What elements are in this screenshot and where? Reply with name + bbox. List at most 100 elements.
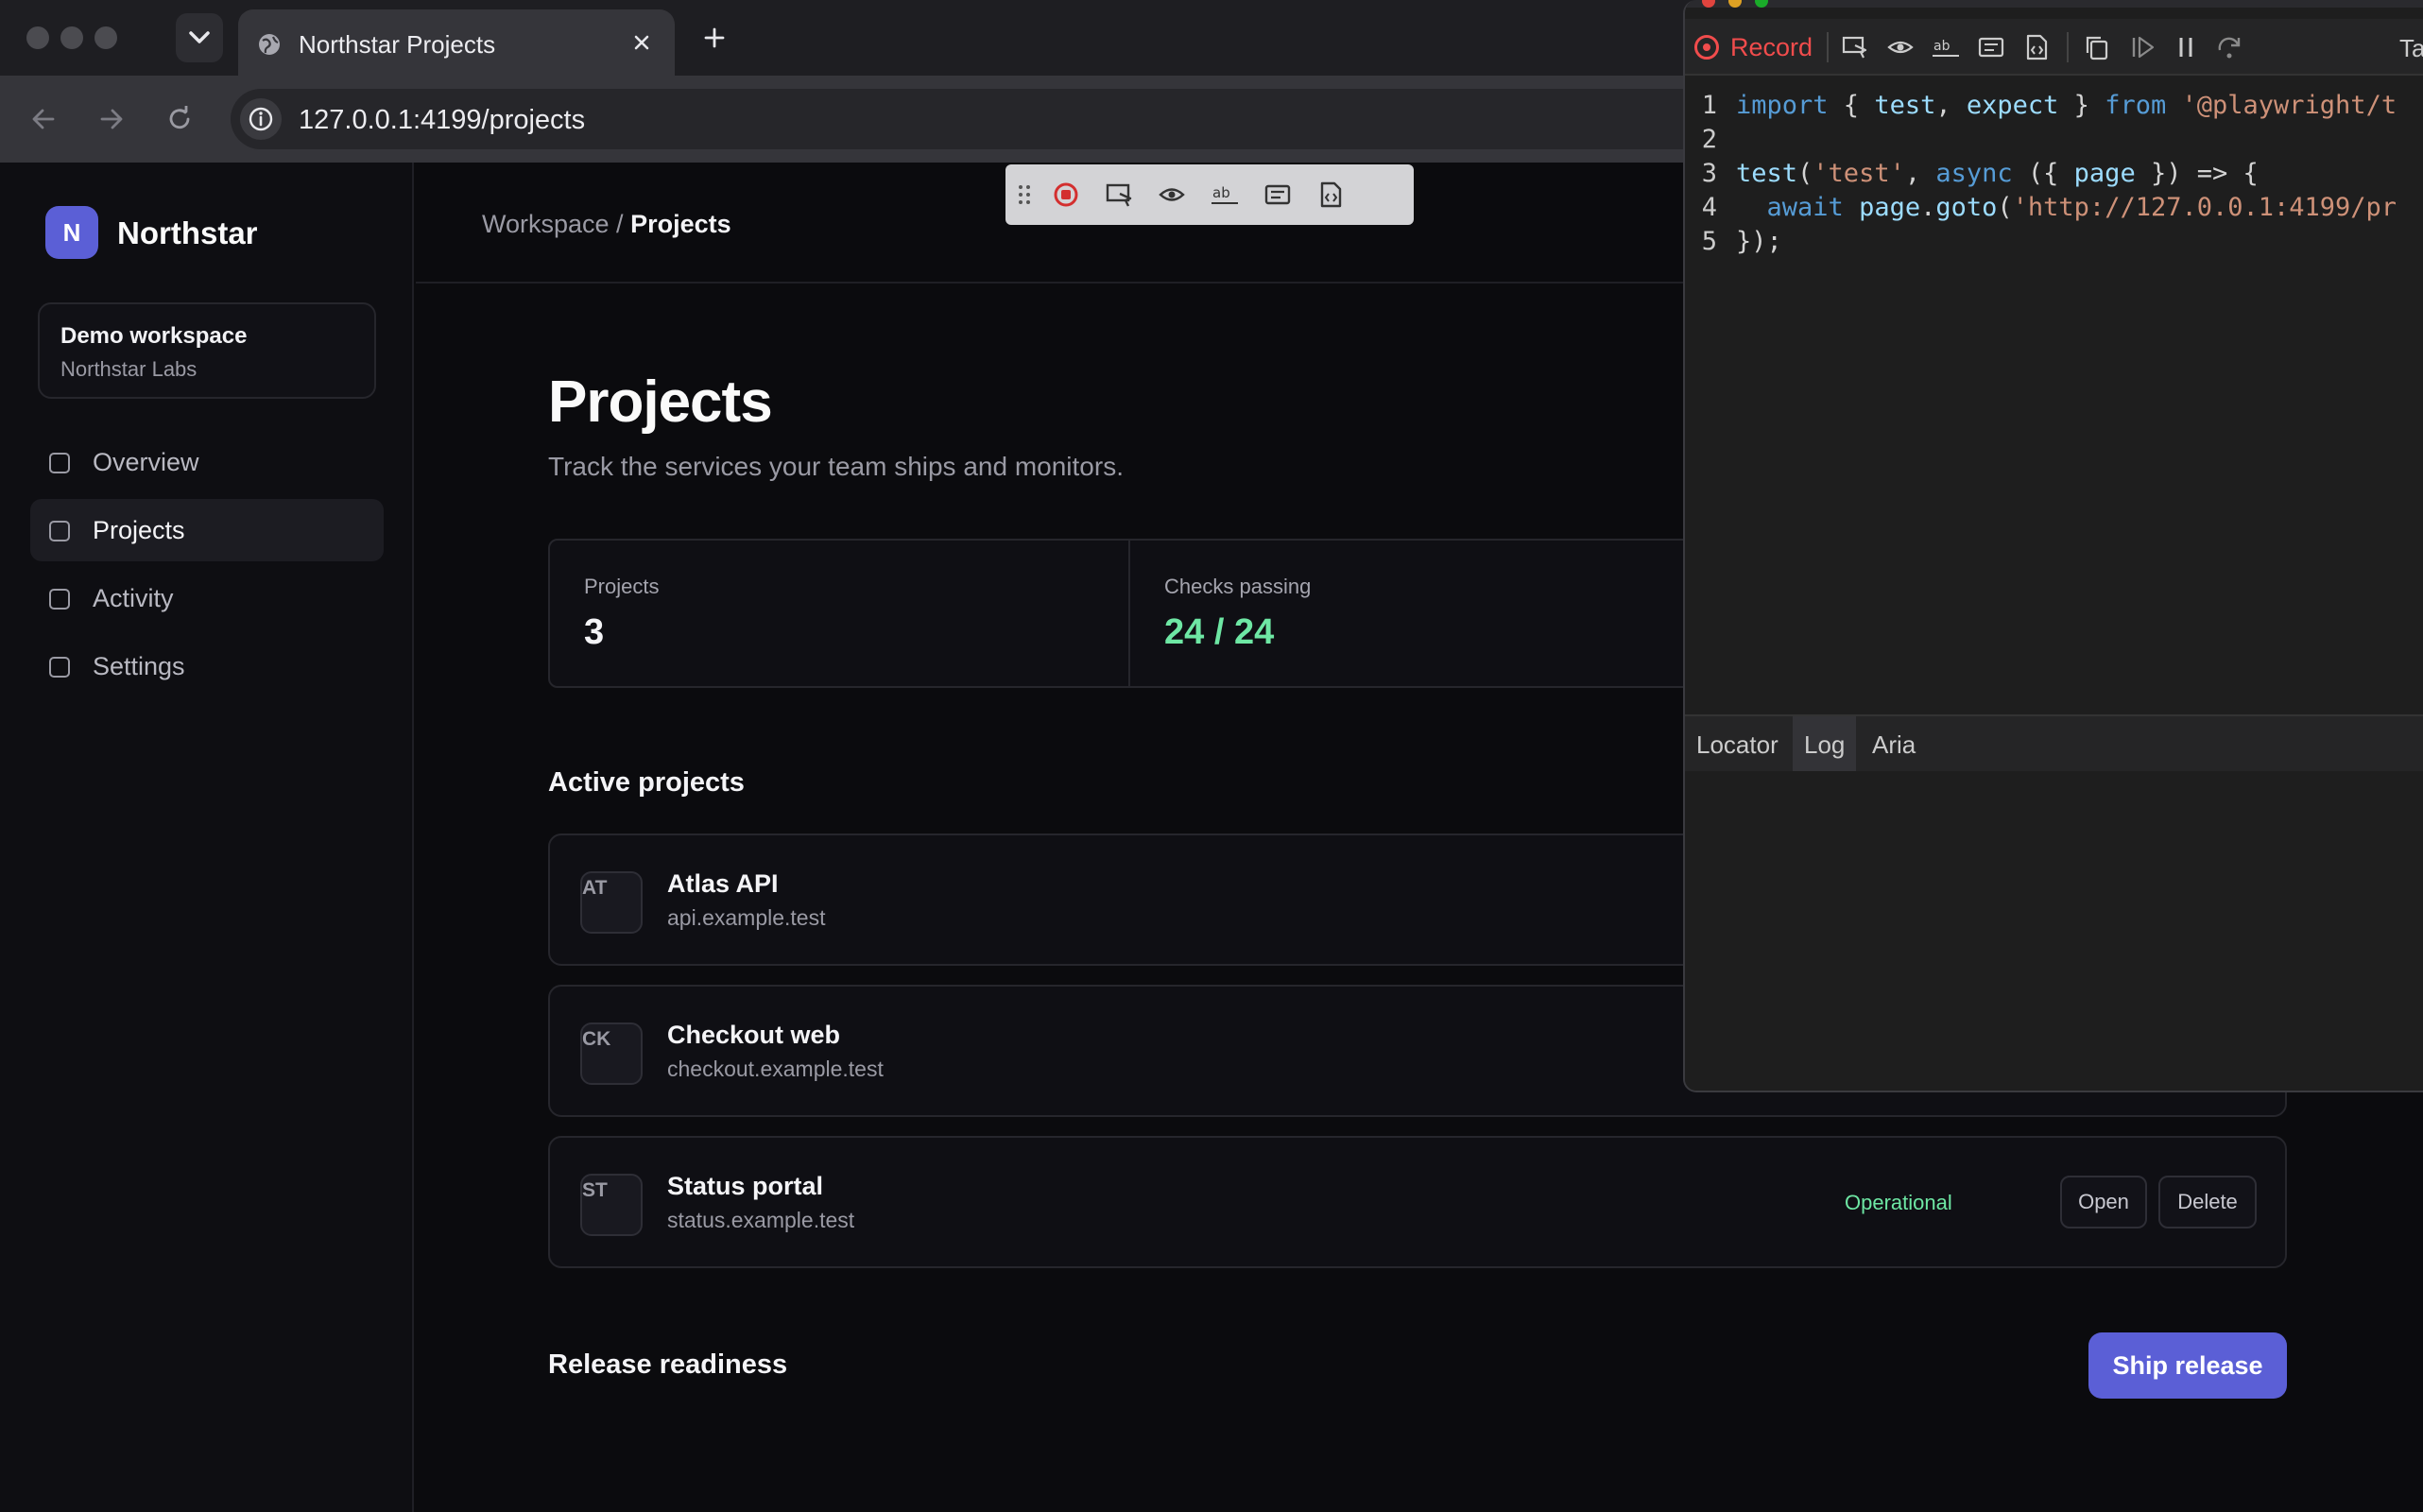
project-initials: ST	[582, 1179, 608, 1201]
new-tab-button[interactable]	[696, 19, 733, 57]
close-icon	[634, 35, 649, 50]
reload-button[interactable]	[157, 96, 202, 142]
workspace-org: Northstar Labs	[60, 357, 198, 381]
brand-logo: N	[45, 206, 98, 259]
pause-button[interactable]	[2171, 32, 2201, 62]
delete-project-button[interactable]: Delete	[2158, 1176, 2257, 1228]
svg-text:ab: ab	[1933, 39, 1950, 54]
ship-release-button[interactable]: Ship release	[2088, 1332, 2287, 1399]
tab-aria[interactable]: Aria	[1861, 716, 1927, 773]
globe-icon	[259, 34, 280, 55]
workspace-switcher[interactable]: Demo workspace Northstar Labs	[38, 302, 376, 399]
project-row-status-portal[interactable]: ST Status portal status.example.test Ope…	[548, 1136, 2287, 1268]
inspector-toolbar: Record ab Ta	[1685, 19, 2423, 76]
code-line: 5});	[1701, 227, 1782, 256]
inspector-minimize-control[interactable]	[1728, 0, 1742, 8]
assert-value-button[interactable]	[1976, 32, 2006, 62]
project-name: Checkout web	[667, 1021, 841, 1049]
chevron-down-icon	[189, 31, 210, 43]
stat-value: 24 / 24	[1164, 612, 1275, 652]
address-bar[interactable]: 127.0.0.1:4199/projects	[231, 89, 1837, 149]
overlay-assert-value-button[interactable]	[1263, 180, 1293, 210]
back-button[interactable]	[21, 96, 66, 142]
tab-search-button[interactable]	[176, 13, 223, 62]
overlay-assert-snapshot-button[interactable]	[1315, 180, 1346, 210]
forward-icon	[100, 109, 123, 129]
section-title-active-projects: Active projects	[548, 767, 745, 798]
overlay-record-button[interactable]	[1051, 180, 1081, 210]
overlay-pick-locator-button[interactable]	[1104, 180, 1134, 210]
forward-button[interactable]	[89, 96, 134, 142]
grip-icon	[1019, 185, 1030, 204]
brand-name: Northstar	[117, 215, 258, 250]
record-icon	[1694, 35, 1719, 60]
square-icon	[49, 453, 70, 473]
copy-button[interactable]	[2082, 32, 2112, 62]
window-zoom-control[interactable]	[95, 26, 117, 49]
code-snapshot-icon	[2026, 34, 2048, 60]
eye-icon	[1887, 41, 1914, 54]
eye-icon	[1159, 188, 1185, 201]
project-name: Status portal	[667, 1172, 824, 1200]
tab-locator[interactable]: Locator	[1685, 716, 1790, 773]
toolbar-separator	[2067, 32, 2069, 62]
pick-locator-icon	[1842, 36, 1867, 59]
overlay-assert-text-button[interactable]: ab	[1210, 180, 1240, 210]
record-button[interactable]: Record	[1730, 33, 1813, 62]
window-close-control[interactable]	[26, 26, 49, 49]
site-info-button[interactable]	[240, 98, 282, 140]
code-line: 4 await page.goto('http://127.0.0.1:4199…	[1701, 193, 2397, 222]
svg-text:ab: ab	[1212, 184, 1230, 201]
overlay-assert-visibility-button[interactable]	[1157, 180, 1187, 210]
code-snapshot-icon	[1320, 181, 1342, 208]
breadcrumb: Workspace / Projects	[482, 210, 731, 239]
inspector-close-control[interactable]	[1702, 0, 1715, 8]
code-line: 1 import { test, expect } from '@playwrig…	[1701, 91, 2397, 120]
assert-text-button[interactable]: ab	[1931, 32, 1961, 62]
project-avatar: ST	[580, 1174, 643, 1236]
step-over-button[interactable]	[2214, 32, 2244, 62]
status-badge: Operational	[1845, 1191, 1952, 1214]
sidebar-item-label: Projects	[93, 516, 185, 544]
sidebar-item-label: Settings	[93, 652, 185, 680]
inspector-titlebar	[1685, 0, 2423, 8]
sidebar-item-label: Activity	[93, 584, 174, 612]
sidebar-item-projects[interactable]: Projects	[30, 499, 384, 561]
sidebar: N Northstar Demo workspace Northstar Lab…	[0, 163, 414, 1512]
value-assert-icon	[1978, 37, 2004, 58]
drag-handle[interactable]	[1009, 180, 1040, 210]
tab-close-button[interactable]	[626, 26, 658, 59]
back-icon	[32, 109, 55, 129]
sidebar-item-activity[interactable]: Activity	[30, 567, 384, 629]
page-title: Projects	[548, 369, 773, 435]
browser-tab-active[interactable]: Northstar Projects	[238, 9, 675, 76]
record-icon	[1054, 182, 1078, 207]
assert-visibility-button[interactable]	[1885, 32, 1916, 62]
code-editor[interactable]: 1 import { test, expect } from '@playwrig…	[1685, 77, 2423, 713]
target-selector-label[interactable]: Ta	[2399, 34, 2423, 63]
pick-locator-icon	[1106, 183, 1132, 207]
sidebar-item-overview[interactable]: Overview	[30, 431, 384, 493]
copy-icon	[2086, 36, 2108, 60]
project-domain: status.example.test	[667, 1208, 855, 1232]
code-line: 3 test('test', async ({ page }) => {	[1701, 159, 2259, 188]
value-assert-icon	[1264, 184, 1291, 205]
window-minimize-control[interactable]	[60, 26, 83, 49]
pause-icon	[2179, 38, 2192, 57]
project-initials: AT	[582, 877, 608, 899]
step-over-icon	[2218, 37, 2241, 59]
breadcrumb-parent[interactable]: Workspace /	[482, 210, 624, 238]
assert-snapshot-button[interactable]	[2021, 32, 2052, 62]
stat-label: Projects	[584, 575, 660, 598]
stat-label: Checks passing	[1164, 575, 1312, 598]
inspector-zoom-control[interactable]	[1755, 0, 1768, 8]
page-subtitle: Track the services your team ships and m…	[548, 452, 1124, 481]
sidebar-item-settings[interactable]: Settings	[30, 635, 384, 697]
pick-locator-button[interactable]	[1840, 32, 1870, 62]
info-icon	[249, 107, 273, 131]
tab-log[interactable]: Log	[1793, 716, 1857, 773]
open-project-button[interactable]: Open	[2060, 1176, 2147, 1228]
square-icon	[49, 521, 70, 541]
project-initials: CK	[582, 1028, 611, 1050]
resume-button[interactable]	[2127, 32, 2157, 62]
